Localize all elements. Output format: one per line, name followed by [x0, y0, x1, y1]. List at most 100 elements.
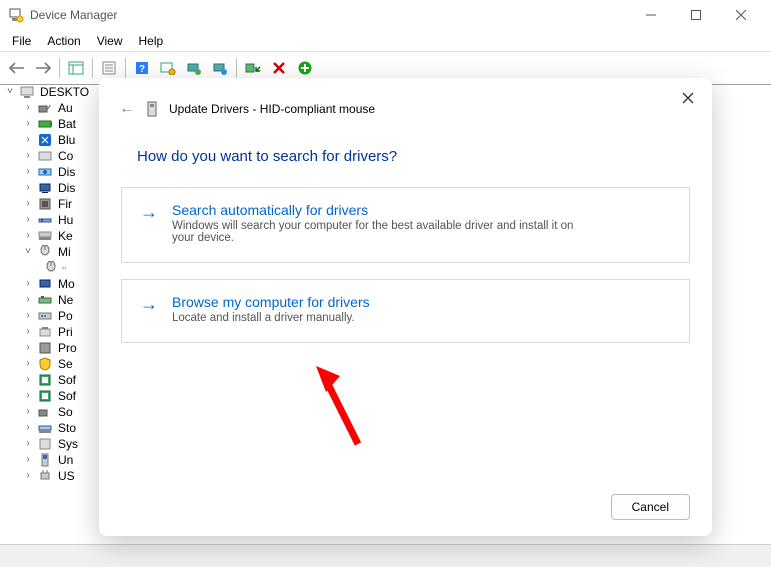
tree-item-label: Fir — [56, 196, 74, 212]
tree-item-label — [62, 267, 66, 269]
tree-item-label: Dis — [56, 164, 77, 180]
expand-icon[interactable]: › — [22, 196, 34, 212]
uninstall-device-button[interactable] — [208, 56, 232, 80]
tree-item-label: Blu — [56, 132, 77, 148]
device-category-icon — [37, 292, 53, 308]
drive-icon — [145, 101, 161, 117]
disable-device-button[interactable] — [241, 56, 265, 80]
arrow-right-icon: → — [140, 294, 158, 324]
device-category-icon — [37, 164, 53, 180]
remove-device-button[interactable] — [267, 56, 291, 80]
menu-view[interactable]: View — [89, 32, 131, 50]
tree-item-label: Bat — [56, 116, 78, 132]
tree-item-label: Sof — [56, 372, 78, 388]
menu-action[interactable]: Action — [39, 32, 88, 50]
dialog-question: How do you want to search for drivers? — [99, 126, 712, 179]
device-category-icon — [37, 372, 53, 388]
device-category-icon — [37, 244, 53, 260]
menu-bar: File Action View Help — [0, 31, 771, 51]
option-browse-computer[interactable]: → Browse my computer for drivers Locate … — [121, 279, 690, 343]
maximize-button[interactable] — [673, 0, 718, 30]
expand-icon[interactable]: › — [22, 276, 34, 292]
back-button[interactable] — [5, 56, 29, 80]
update-driver-button[interactable] — [182, 56, 206, 80]
expand-icon[interactable]: › — [22, 388, 34, 404]
update-drivers-dialog: ← Update Drivers - HID-compliant mouse H… — [99, 78, 712, 536]
tree-item-label: Un — [56, 452, 75, 468]
tree-item-label: Hu — [56, 212, 75, 228]
device-category-icon — [37, 196, 53, 212]
expand-icon[interactable]: ˅ — [22, 244, 34, 260]
device-category-icon — [37, 228, 53, 244]
tree-root-label[interactable]: DESKTO — [38, 84, 91, 100]
option-description: Windows will search your computer for th… — [172, 220, 592, 244]
dialog-close-button[interactable] — [678, 88, 698, 108]
device-category-icon — [37, 180, 53, 196]
tree-item-label: Pri — [56, 324, 75, 340]
collapse-icon[interactable]: ˅ — [4, 84, 16, 100]
expand-icon[interactable]: › — [22, 100, 34, 116]
tree-item-label: Mo — [56, 276, 77, 292]
device-category-icon — [37, 148, 53, 164]
device-category-icon — [43, 260, 59, 276]
expand-icon[interactable]: › — [22, 420, 34, 436]
device-category-icon — [37, 340, 53, 356]
tree-item-label: Au — [56, 100, 75, 116]
expand-icon[interactable]: › — [22, 292, 34, 308]
tree-item-label: Pro — [56, 340, 79, 356]
device-category-icon — [37, 452, 53, 468]
device-category-icon — [37, 308, 53, 324]
cancel-button[interactable]: Cancel — [611, 494, 690, 520]
device-category-icon — [37, 116, 53, 132]
app-icon — [8, 7, 24, 23]
option-title: Browse my computer for drivers — [172, 294, 370, 310]
expand-icon[interactable]: › — [22, 356, 34, 372]
expand-icon[interactable]: › — [22, 452, 34, 468]
expand-icon[interactable]: › — [22, 340, 34, 356]
expand-icon[interactable]: › — [22, 212, 34, 228]
device-category-icon — [37, 468, 53, 484]
help-button[interactable]: ? — [130, 56, 154, 80]
tree-item-label: Sys — [56, 436, 80, 452]
tree-item-label: US — [56, 468, 77, 484]
menu-help[interactable]: Help — [131, 32, 172, 50]
menu-file[interactable]: File — [4, 32, 39, 50]
dialog-title: Update Drivers - HID-compliant mouse — [169, 102, 375, 116]
show-hide-tree-button[interactable] — [64, 56, 88, 80]
tree-item-label: Mi — [56, 244, 73, 260]
expand-icon[interactable]: › — [22, 372, 34, 388]
expand-icon[interactable]: › — [22, 228, 34, 244]
option-title: Search automatically for drivers — [172, 202, 592, 218]
expand-icon[interactable]: › — [22, 308, 34, 324]
option-search-automatically[interactable]: → Search automatically for drivers Windo… — [121, 187, 690, 263]
computer-icon — [19, 84, 35, 100]
scan-hardware-button[interactable] — [156, 56, 180, 80]
minimize-button[interactable] — [628, 0, 673, 30]
forward-button[interactable] — [31, 56, 55, 80]
title-bar: Device Manager — [0, 0, 771, 31]
device-category-icon — [37, 324, 53, 340]
add-device-button[interactable] — [293, 56, 317, 80]
tree-item-label: Ne — [56, 292, 75, 308]
tree-item-label: Sof — [56, 388, 78, 404]
device-category-icon — [37, 132, 53, 148]
expand-icon[interactable]: › — [22, 404, 34, 420]
dialog-back-button[interactable]: ← — [119, 100, 135, 118]
expand-icon[interactable]: › — [22, 164, 34, 180]
expand-icon[interactable]: › — [22, 324, 34, 340]
expand-icon[interactable]: › — [22, 132, 34, 148]
device-category-icon — [37, 404, 53, 420]
tree-item-label: Sto — [56, 420, 78, 436]
expand-icon[interactable]: › — [22, 180, 34, 196]
properties-button[interactable] — [97, 56, 121, 80]
expand-icon[interactable]: › — [22, 468, 34, 484]
expand-icon[interactable]: › — [22, 116, 34, 132]
tree-item-label: So — [56, 404, 75, 420]
expand-icon[interactable]: › — [22, 148, 34, 164]
arrow-right-icon: → — [140, 202, 158, 244]
window-title: Device Manager — [30, 8, 117, 22]
device-category-icon — [37, 356, 53, 372]
expand-icon[interactable]: › — [22, 436, 34, 452]
close-button[interactable] — [718, 0, 763, 30]
device-category-icon — [37, 420, 53, 436]
